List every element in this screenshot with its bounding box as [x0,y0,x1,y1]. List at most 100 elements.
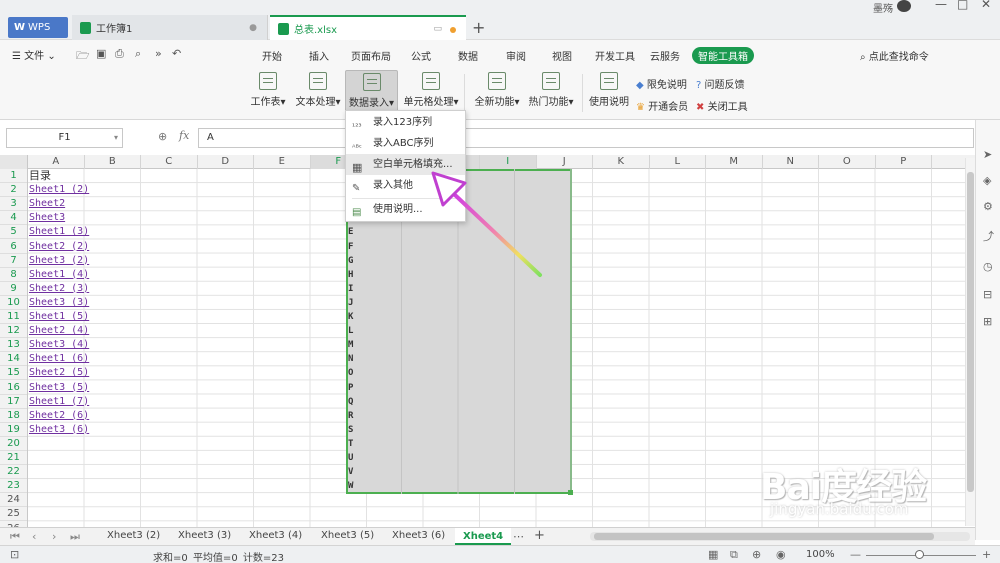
new-tab-button[interactable]: + [472,18,485,37]
column-header-p[interactable]: P [876,155,932,169]
row-header-16[interactable]: 16 [0,381,27,395]
more-icon[interactable]: » [155,47,162,60]
user-name[interactable]: 墨殇 [873,0,893,15]
horizontal-scroll-thumb[interactable] [594,533,934,540]
column-header-d[interactable]: D [198,155,254,169]
tab-developer[interactable]: 开发工具 [595,48,635,63]
sheet-link[interactable]: Sheet2 (6) [28,409,89,423]
row-header-18[interactable]: 18 [0,409,27,423]
sheet-link[interactable]: Sheet3 (6) [28,423,89,437]
row-header-25[interactable]: 25 [0,507,27,522]
save-icon[interactable]: ▣ [96,47,106,60]
cell-f-value[interactable]: N [348,352,353,366]
sheet-link[interactable]: Sheet1 (4) [28,268,89,282]
row-header-5[interactable]: 5 [0,225,27,240]
cell-f-value[interactable]: V [348,465,353,479]
cell-f-value[interactable]: J [348,296,353,310]
normal-view-icon[interactable]: ▦ [708,548,718,561]
tab-insert[interactable]: 插入 [309,48,329,63]
tab-start[interactable]: 开始 [262,48,282,63]
tab-status-dot-icon[interactable]: ● [249,23,257,33]
sheet-link[interactable]: Sheet3 (5) [28,381,89,395]
zoom-out-icon[interactable]: — [850,548,861,561]
maximize-icon[interactable]: □ [957,0,968,11]
menu-item-usage-guide[interactable]: ▤ 使用说明... [346,199,465,220]
close-tool-button[interactable]: ✖ 关闭工具 [696,98,748,113]
sheet-link[interactable]: Sheet1 (6) [28,352,89,366]
print-preview-icon[interactable]: ⌕ [135,47,141,61]
cell-f-value[interactable]: F [348,240,353,254]
row-header-20[interactable]: 20 [0,437,27,451]
zoom-slider-knob[interactable] [915,550,924,559]
macro-icon[interactable]: ⊡ [10,548,19,561]
more-sheets-icon[interactable]: ⋯ [513,530,524,543]
prev-sheet-icon[interactable]: ‹ [32,530,36,543]
tab-cloud-service[interactable]: 云服务 [650,48,680,63]
row-header-6[interactable]: 6 [0,240,27,254]
open-folder-icon[interactable]: 🗁 [76,47,90,66]
row-header-24[interactable]: 24 [0,493,27,508]
tab-formula[interactable]: 公式 [411,48,431,63]
history-icon[interactable]: ◷ [983,260,993,273]
select-pointer-icon[interactable]: ➤ [983,148,992,161]
cell-f-value[interactable]: E [348,225,353,239]
cell-f-value[interactable]: G [348,254,353,268]
tab-summary-xlsx[interactable]: 总表.xlsx ▭ [270,15,466,40]
row-header-3[interactable]: 3 [0,197,27,212]
cell-f-value[interactable]: R [348,409,353,423]
minimize-icon[interactable]: — [935,0,947,11]
sheet-link[interactable]: Sheet1 (3) [28,225,89,239]
layout-icon[interactable]: ⊟ [983,288,992,301]
sheet-link[interactable]: Sheet1 (2) [28,183,89,197]
insert-function-button[interactable]: fx [179,129,189,142]
cell-f-value[interactable]: M [348,338,353,352]
row-header-4[interactable]: 4 [0,211,27,226]
sheet-link[interactable]: Sheet3 (3) [28,296,89,310]
cell-f-value[interactable]: W [348,479,353,493]
zoom-level[interactable]: 100% [806,549,835,560]
chevron-down-icon[interactable]: ▾ [114,129,118,147]
properties-icon[interactable]: ⚙ [983,200,993,213]
row-header-23[interactable]: 23 [0,479,27,494]
cell-processing-button[interactable]: 单元格处理▾ [402,70,460,114]
avatar[interactable] [897,0,911,12]
file-menu-button[interactable]: ☰ 文件 ⌄ [12,47,56,62]
sheet-tab-xheet3-3[interactable]: Xheet3 (3) [178,530,231,541]
vertical-scrollbar[interactable] [965,158,975,526]
tab-workbook1[interactable]: 工作簿1 ● [72,15,268,40]
membership-button[interactable]: ♛ 开通会员 [636,98,688,113]
command-search[interactable]: ⌕ 点此查找命令 [860,48,929,63]
column-header-m[interactable]: M [706,155,763,169]
row-header-17[interactable]: 17 [0,395,27,409]
sheet-link[interactable]: Sheet1 (5) [28,310,89,324]
hot-features-button[interactable]: 热门功能▾ [526,70,576,114]
column-header-i[interactable]: I [480,155,537,169]
sheet-tab-xheet4[interactable]: Xheet4 [455,528,512,545]
cell-f-value[interactable]: U [348,451,353,465]
cell-f-value[interactable]: S [348,423,353,437]
sheet-tab-xheet3-2[interactable]: Xheet3 (2) [107,530,160,541]
next-sheet-icon[interactable]: › [52,530,56,543]
row-header-11[interactable]: 11 [0,310,27,324]
column-header-e[interactable]: E [254,155,311,169]
cell-f-value[interactable]: I [348,282,353,296]
tab-view[interactable]: 视图 [552,48,572,63]
new-features-button[interactable]: 全新功能▾ [472,70,522,114]
column-header-j[interactable]: J [537,155,593,169]
cell-f-value[interactable]: Q [348,395,353,409]
select-all-corner[interactable] [0,155,28,169]
cell-f-value[interactable]: P [348,381,353,395]
row-header-22[interactable]: 22 [0,465,27,480]
menu-item-enter-123-sequence[interactable]: ¹²³ 录入123序列 [346,112,465,133]
tab-page-layout[interactable]: 页面布局 [351,48,391,63]
sheet-link[interactable]: Sheet2 (3) [28,282,89,296]
share-icon[interactable]: ⤴ [983,228,994,244]
column-header-c[interactable]: C [141,155,198,169]
menu-item-enter-abc-sequence[interactable]: ᴬᴮᶜ 录入ABC序列 [346,133,465,154]
menu-item-blank-cell-fill[interactable]: ▦ 空白单元格填充... [346,154,465,175]
worksheet-button[interactable]: 工作表▾ [248,70,288,114]
tab-review[interactable]: 审阅 [506,48,526,63]
column-header-a[interactable]: A [28,155,85,169]
sheet-link[interactable]: Sheet3 (2) [28,254,89,268]
sheet-link[interactable]: Sheet2 (4) [28,324,89,338]
